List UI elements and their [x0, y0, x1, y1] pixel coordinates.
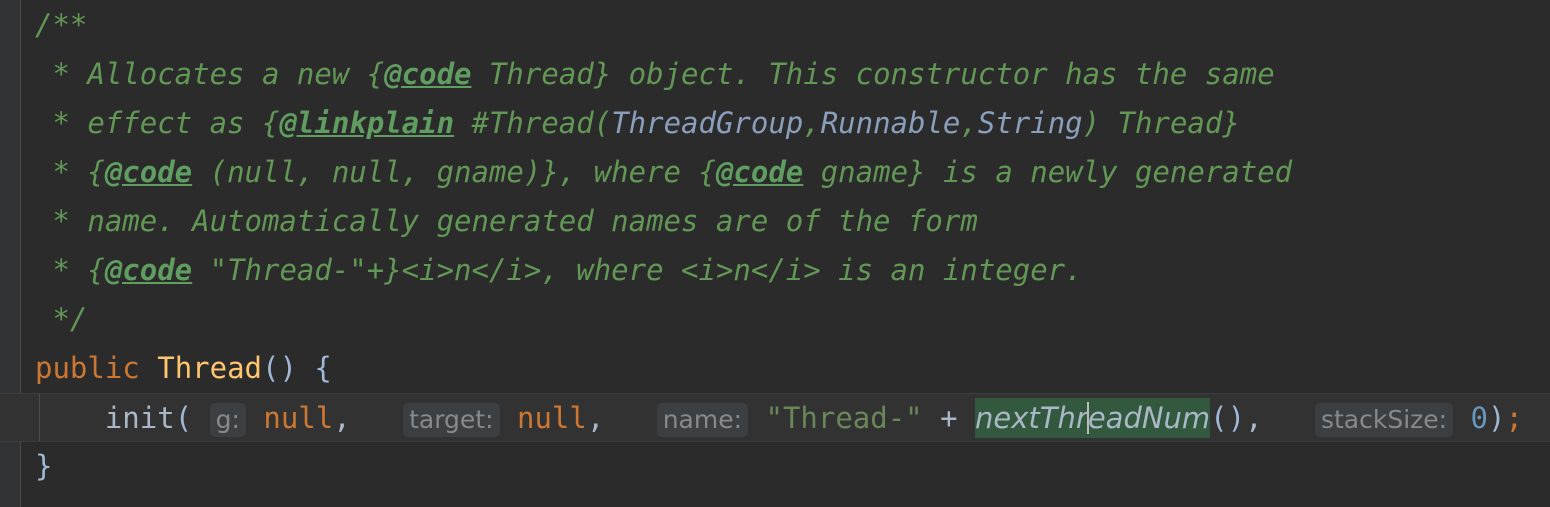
token-comment: ) Thread}	[1082, 106, 1240, 140]
token-number: 0	[1470, 401, 1489, 435]
token-comment: gname} is a newly generated	[803, 155, 1293, 189]
token-paren: (	[174, 401, 193, 435]
token-comment: * name. Automatically generated names ar…	[35, 204, 978, 238]
token-paren: ()	[1210, 401, 1246, 435]
token-paren: ()	[262, 351, 297, 385]
line-allocates[interactable]: * Allocates a new {@code Thread} object.…	[0, 50, 1550, 99]
token-punct: ,	[586, 401, 605, 435]
token-comment: (null, null, gname)}, where {	[192, 155, 716, 189]
usage-text-before-caret: nextThr	[975, 401, 1088, 435]
token-keyword: null	[263, 401, 334, 435]
token-comment: ,	[960, 106, 978, 140]
line-close-brace[interactable]: }	[0, 442, 1550, 491]
token-comment: * Allocates a new {	[35, 57, 385, 91]
line-comment-open[interactable]: /**	[0, 0, 1550, 50]
inlay-parameter-hint[interactable]: stackSize:	[1314, 403, 1454, 437]
token-string: "Thread-"	[765, 401, 923, 435]
code-editor[interactable]: /** * Allocates a new {@code Thread} obj…	[0, 0, 1550, 507]
token-ref: ThreadGroup	[611, 106, 804, 140]
token-tag: @linkplain	[279, 106, 455, 140]
usage-highlight-nextthreadnum[interactable]: nextThreadNum	[975, 398, 1211, 438]
usage-text-after-caret: eadNum	[1087, 401, 1211, 435]
token-type: Thread	[157, 351, 262, 385]
token-punct: +	[940, 401, 958, 435]
token-method: init	[104, 401, 175, 435]
line-init-call[interactable]: init( g: null, target: null, name: "Thre…	[0, 393, 1550, 442]
indent-guide	[39, 394, 40, 441]
line-signature[interactable]: public Thread() {	[0, 344, 1550, 393]
code-lines-container[interactable]: /** * Allocates a new {@code Thread} obj…	[0, 0, 1550, 507]
token-comment: /**	[35, 8, 88, 42]
token-tag: @code	[104, 155, 193, 189]
token-comment: * effect as {	[35, 106, 280, 140]
line-code-null[interactable]: * {@code (null, null, gname)}, where {@c…	[0, 148, 1550, 197]
token-comment: * {	[35, 155, 105, 189]
line-effect-as[interactable]: * effect as {@linkplain #Thread(ThreadGr…	[0, 99, 1550, 148]
inlay-parameter-hint[interactable]: target:	[403, 403, 500, 437]
token-comment: Thread} object. This constructor has the…	[471, 57, 1275, 91]
token-tag: @code	[104, 253, 193, 287]
token-ref: String	[977, 106, 1083, 140]
inlay-parameter-hint[interactable]: g:	[209, 403, 246, 437]
token-comment: #Thread(	[454, 106, 612, 140]
token-paren: {	[314, 351, 332, 385]
line-thread-n[interactable]: * {@code "Thread-"+}<i>n</i>, where <i>n…	[0, 246, 1550, 295]
token-comment: * {	[35, 253, 105, 287]
inlay-parameter-hint[interactable]: name:	[656, 403, 749, 437]
token-comment: */	[35, 302, 88, 336]
line-name-auto[interactable]: * name. Automatically generated names ar…	[0, 197, 1550, 246]
token-semi: ;	[1505, 401, 1523, 435]
token-paren: )	[1488, 401, 1506, 435]
token-keyword: null	[517, 401, 587, 435]
token-paren: }	[35, 449, 53, 483]
token-tag: @code	[715, 155, 804, 189]
token-comment: "Thread-"+}<i>n</i>, where <i>n</i> is a…	[192, 253, 1083, 287]
token-tag: @code	[384, 57, 472, 91]
line-comment-close[interactable]: */	[0, 295, 1550, 344]
token-ref: Runnable	[820, 106, 961, 140]
token-punct: ,	[333, 401, 351, 435]
token-punct: ,	[1245, 401, 1263, 435]
token-keyword: public	[35, 351, 140, 385]
token-comment: ,	[803, 106, 821, 140]
